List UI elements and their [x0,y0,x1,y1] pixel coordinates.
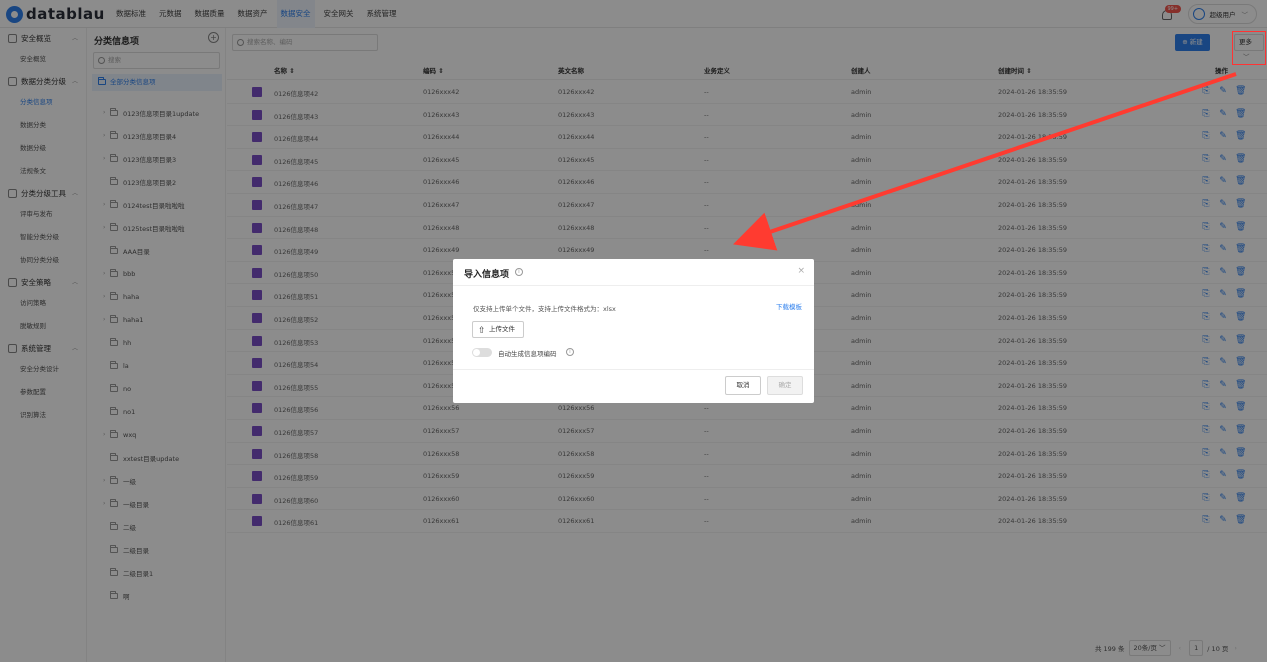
modal-title: 导入信息项 [464,270,510,280]
close-icon[interactable]: × [797,266,805,276]
upload-icon: ⇧ [478,326,486,336]
import-modal: 导入信息项 i × 仅支持上传单个文件，支持上传文件格式为：xlsx 下载模板 … [453,259,814,403]
download-template-link[interactable]: 下载模板 [776,301,802,311]
info-icon[interactable]: i [566,348,574,356]
upload-file-button[interactable]: ⇧ 上传文件 [472,321,524,338]
modal-divider [453,285,814,286]
modal-description: 仅支持上传单个文件，支持上传文件格式为：xlsx [473,305,616,313]
cancel-button[interactable]: 取消 [725,376,761,395]
auto-code-label: 自动生成信息项编码 [498,350,557,358]
upload-label: 上传文件 [489,325,515,333]
auto-code-toggle[interactable] [472,348,492,357]
modal-footer-divider [453,369,814,370]
info-icon[interactable]: i [515,268,523,276]
confirm-button[interactable]: 确定 [767,376,803,395]
